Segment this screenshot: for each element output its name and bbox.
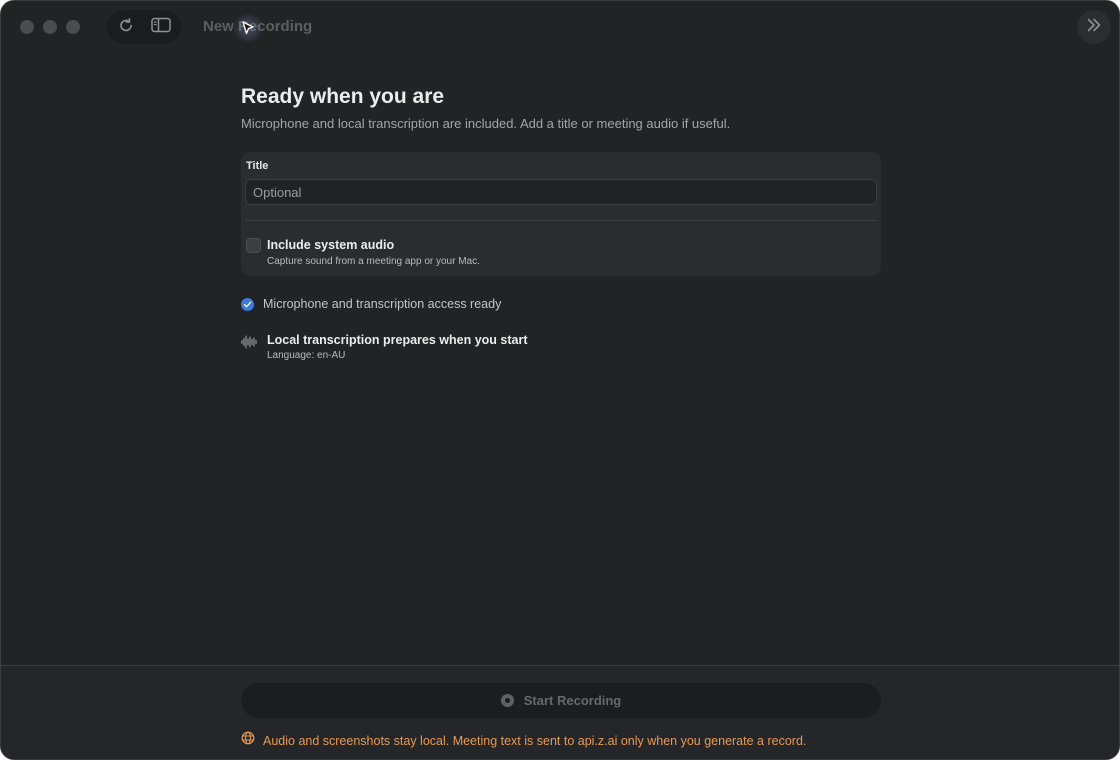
card-divider bbox=[245, 220, 877, 221]
close-window-button[interactable] bbox=[20, 20, 34, 34]
refresh-button[interactable] bbox=[109, 10, 143, 44]
system-audio-checkbox[interactable] bbox=[246, 238, 261, 253]
start-recording-label: Start Recording bbox=[523, 693, 622, 708]
toolbar-group bbox=[107, 10, 181, 44]
privacy-notice-text: Audio and screenshots stay local. Meetin… bbox=[263, 733, 807, 748]
minimize-window-button[interactable] bbox=[43, 20, 57, 34]
title-field-label: Title bbox=[246, 160, 269, 172]
title-input[interactable] bbox=[245, 179, 877, 205]
expand-panel-button[interactable] bbox=[1077, 10, 1111, 44]
waveform-icon bbox=[241, 335, 257, 354]
sidebar-toggle-button[interactable] bbox=[144, 10, 178, 44]
checkmark-circle-icon bbox=[241, 297, 254, 311]
recording-options-card: Title Include system audio Capture sound… bbox=[241, 152, 881, 276]
zoom-window-button[interactable] bbox=[66, 20, 80, 34]
access-status: Microphone and transcription access read… bbox=[241, 297, 501, 311]
footer-bar: Start Recording Audio and screenshots st… bbox=[1, 665, 1119, 759]
transcription-language: Language: en-AU bbox=[267, 350, 346, 361]
app-window: New Recording Ready when you are Microph… bbox=[0, 0, 1120, 760]
transcription-title: Local transcription prepares when you st… bbox=[267, 333, 528, 347]
page-title: Ready when you are bbox=[241, 85, 445, 108]
system-audio-description: Capture sound from a meeting app or your… bbox=[267, 256, 480, 267]
refresh-icon bbox=[117, 16, 135, 39]
double-chevron-right-icon bbox=[1086, 18, 1102, 37]
page-subtitle: Microphone and local transcription are i… bbox=[241, 116, 731, 131]
start-recording-button[interactable]: Start Recording bbox=[241, 683, 881, 718]
access-status-text: Microphone and transcription access read… bbox=[263, 297, 502, 311]
privacy-notice: Audio and screenshots stay local. Meetin… bbox=[241, 731, 806, 750]
globe-icon bbox=[241, 731, 255, 750]
record-icon bbox=[500, 694, 514, 707]
mouse-cursor bbox=[233, 13, 263, 43]
system-audio-label[interactable]: Include system audio bbox=[267, 238, 394, 252]
cursor-arrow-icon bbox=[242, 21, 254, 35]
sidebar-toggle-icon bbox=[151, 17, 171, 38]
